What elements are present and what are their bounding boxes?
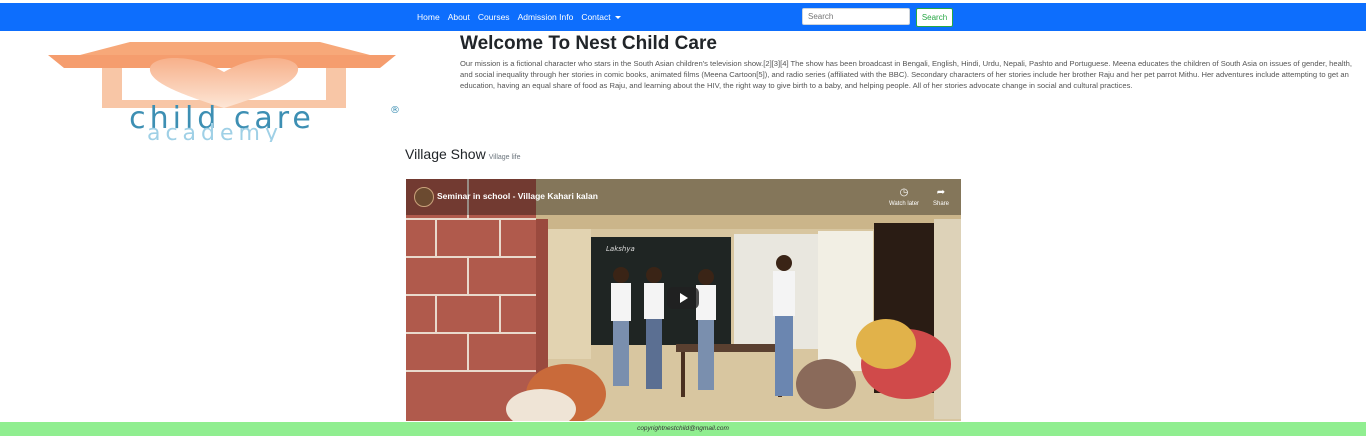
page-title: Welcome To Nest Child Care bbox=[460, 33, 717, 54]
share-label: Share bbox=[932, 201, 949, 207]
nav-contact-dropdown[interactable]: Contact bbox=[581, 12, 621, 22]
video-player[interactable]: Lakshya Seminar in school - Village Kaha… bbox=[406, 179, 961, 421]
share-button[interactable]: ➦ Share bbox=[921, 187, 961, 207]
chevron-down-icon bbox=[614, 16, 621, 20]
navbar: Home About Courses Admission Info Contac… bbox=[0, 3, 1366, 31]
logo: child care academy ® bbox=[40, 34, 405, 146]
watch-later-label: Watch later bbox=[888, 201, 920, 207]
search-button[interactable]: Search bbox=[916, 8, 953, 27]
footer-text: copyrightnestchild@ngmail.com bbox=[637, 425, 729, 432]
play-icon bbox=[680, 293, 688, 303]
nav-about-link[interactable]: About bbox=[448, 12, 470, 22]
clock-icon: ◷ bbox=[899, 187, 909, 198]
search-input[interactable] bbox=[802, 8, 910, 25]
nav-contact-label: Contact bbox=[581, 12, 611, 22]
section-title: Village Show bbox=[405, 146, 486, 162]
section-subtitle: Village life bbox=[488, 154, 521, 161]
logo-line2: academy bbox=[147, 121, 283, 142]
cap-top-shape bbox=[48, 55, 396, 68]
channel-avatar[interactable] bbox=[414, 187, 434, 207]
nav-links: Home About Courses Admission Info Contac… bbox=[417, 3, 629, 31]
play-button[interactable] bbox=[667, 287, 699, 309]
video-title[interactable]: Seminar in school - Village Kahari kalan bbox=[437, 191, 598, 201]
footer: copyrightnestchild@ngmail.com bbox=[0, 422, 1366, 436]
mission-text: Our mission is a fictional character who… bbox=[460, 59, 1352, 90]
board-text: Lakshya bbox=[606, 245, 635, 253]
share-icon: ➦ bbox=[936, 187, 946, 198]
nav-home-link[interactable]: Home bbox=[417, 12, 440, 22]
nav-courses-link[interactable]: Courses bbox=[478, 12, 510, 22]
watch-later-button[interactable]: ◷ Watch later bbox=[884, 187, 924, 207]
cap-peak-shape bbox=[80, 42, 370, 55]
logo-registered-mark: ® bbox=[390, 105, 400, 116]
nav-admission-info-link[interactable]: Admission Info bbox=[518, 12, 574, 22]
section-heading: Village Show Village life bbox=[405, 146, 520, 162]
